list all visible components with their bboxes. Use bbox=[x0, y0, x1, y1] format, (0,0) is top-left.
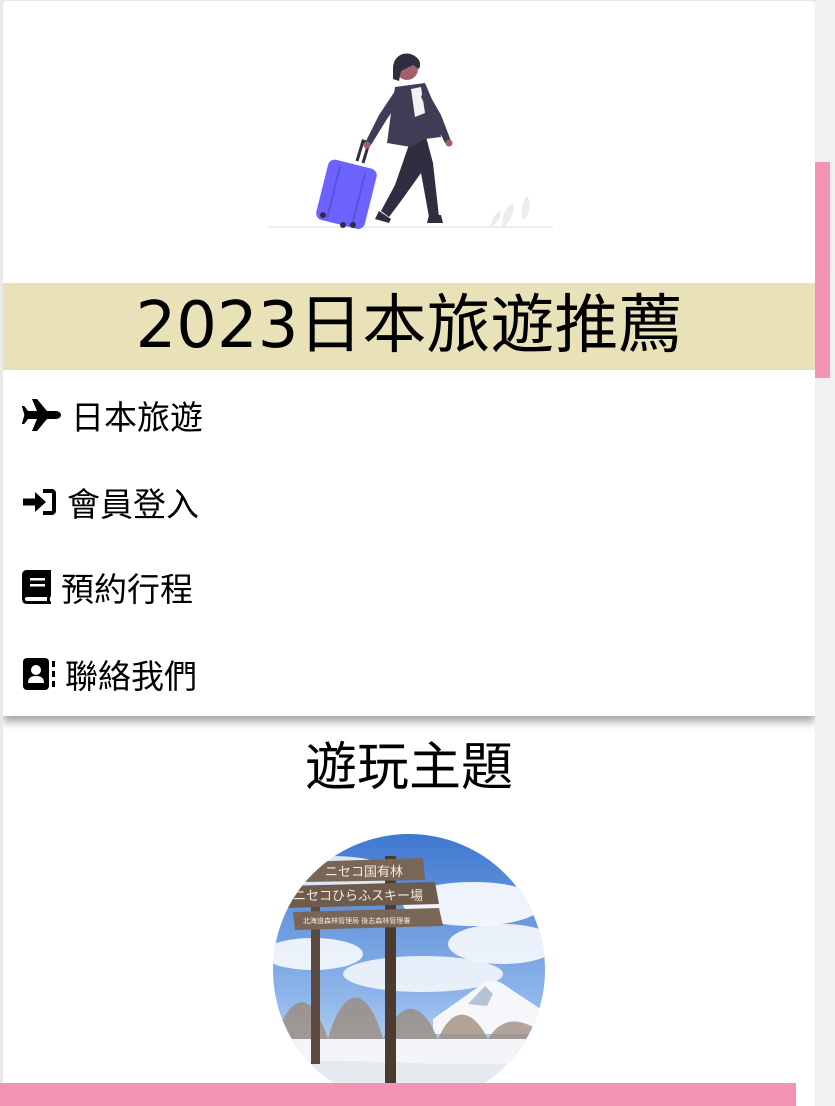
nav-item-label: 會員登入 bbox=[67, 485, 199, 524]
address-book-icon bbox=[21, 657, 57, 691]
title-band: 2023日本旅遊推薦 bbox=[3, 283, 815, 370]
nav-item-label: 預約行程 bbox=[61, 570, 193, 609]
scrollbar[interactable] bbox=[815, 0, 835, 1106]
traveler-illustration bbox=[269, 53, 553, 229]
nav-menu: 日本旅遊 會員登入 預約行程 聯絡我們 bbox=[3, 370, 815, 716]
sign-text-2: ニセコひらふスキー場 bbox=[293, 889, 423, 904]
sign-text-3: 北海道森林管理局 後志森林管理署 bbox=[303, 916, 410, 925]
scrollbar-thumb[interactable] bbox=[815, 162, 830, 378]
theme-photo-niseko[interactable]: ニセコ国有林 ニセコひらふスキー場 北海道森林管理局 後志森林管理署 bbox=[273, 834, 545, 1106]
nav-item-contact-us[interactable]: 聯絡我們 bbox=[21, 654, 197, 696]
page: 2023日本旅遊推薦 日本旅遊 會員登入 預約行程 聯絡我們 遊玩主題 ニセコ国… bbox=[3, 1, 815, 1106]
nav-item-book-itinerary[interactable]: 預約行程 bbox=[21, 567, 193, 609]
plane-icon bbox=[21, 398, 63, 432]
page-title: 2023日本旅遊推薦 bbox=[135, 289, 683, 363]
bottom-bar bbox=[0, 1083, 796, 1106]
hero-banner bbox=[3, 1, 815, 283]
nav-item-japan-travel[interactable]: 日本旅遊 bbox=[21, 395, 203, 437]
nav-item-member-login[interactable]: 會員登入 bbox=[21, 482, 199, 524]
sign-in-icon bbox=[21, 486, 59, 518]
book-icon bbox=[21, 569, 53, 605]
nav-item-label: 聯絡我們 bbox=[65, 657, 197, 696]
section-title: 遊玩主題 bbox=[304, 738, 513, 798]
sign-text-1: ニセコ国有林 bbox=[325, 865, 403, 880]
nav-item-label: 日本旅遊 bbox=[71, 398, 203, 437]
